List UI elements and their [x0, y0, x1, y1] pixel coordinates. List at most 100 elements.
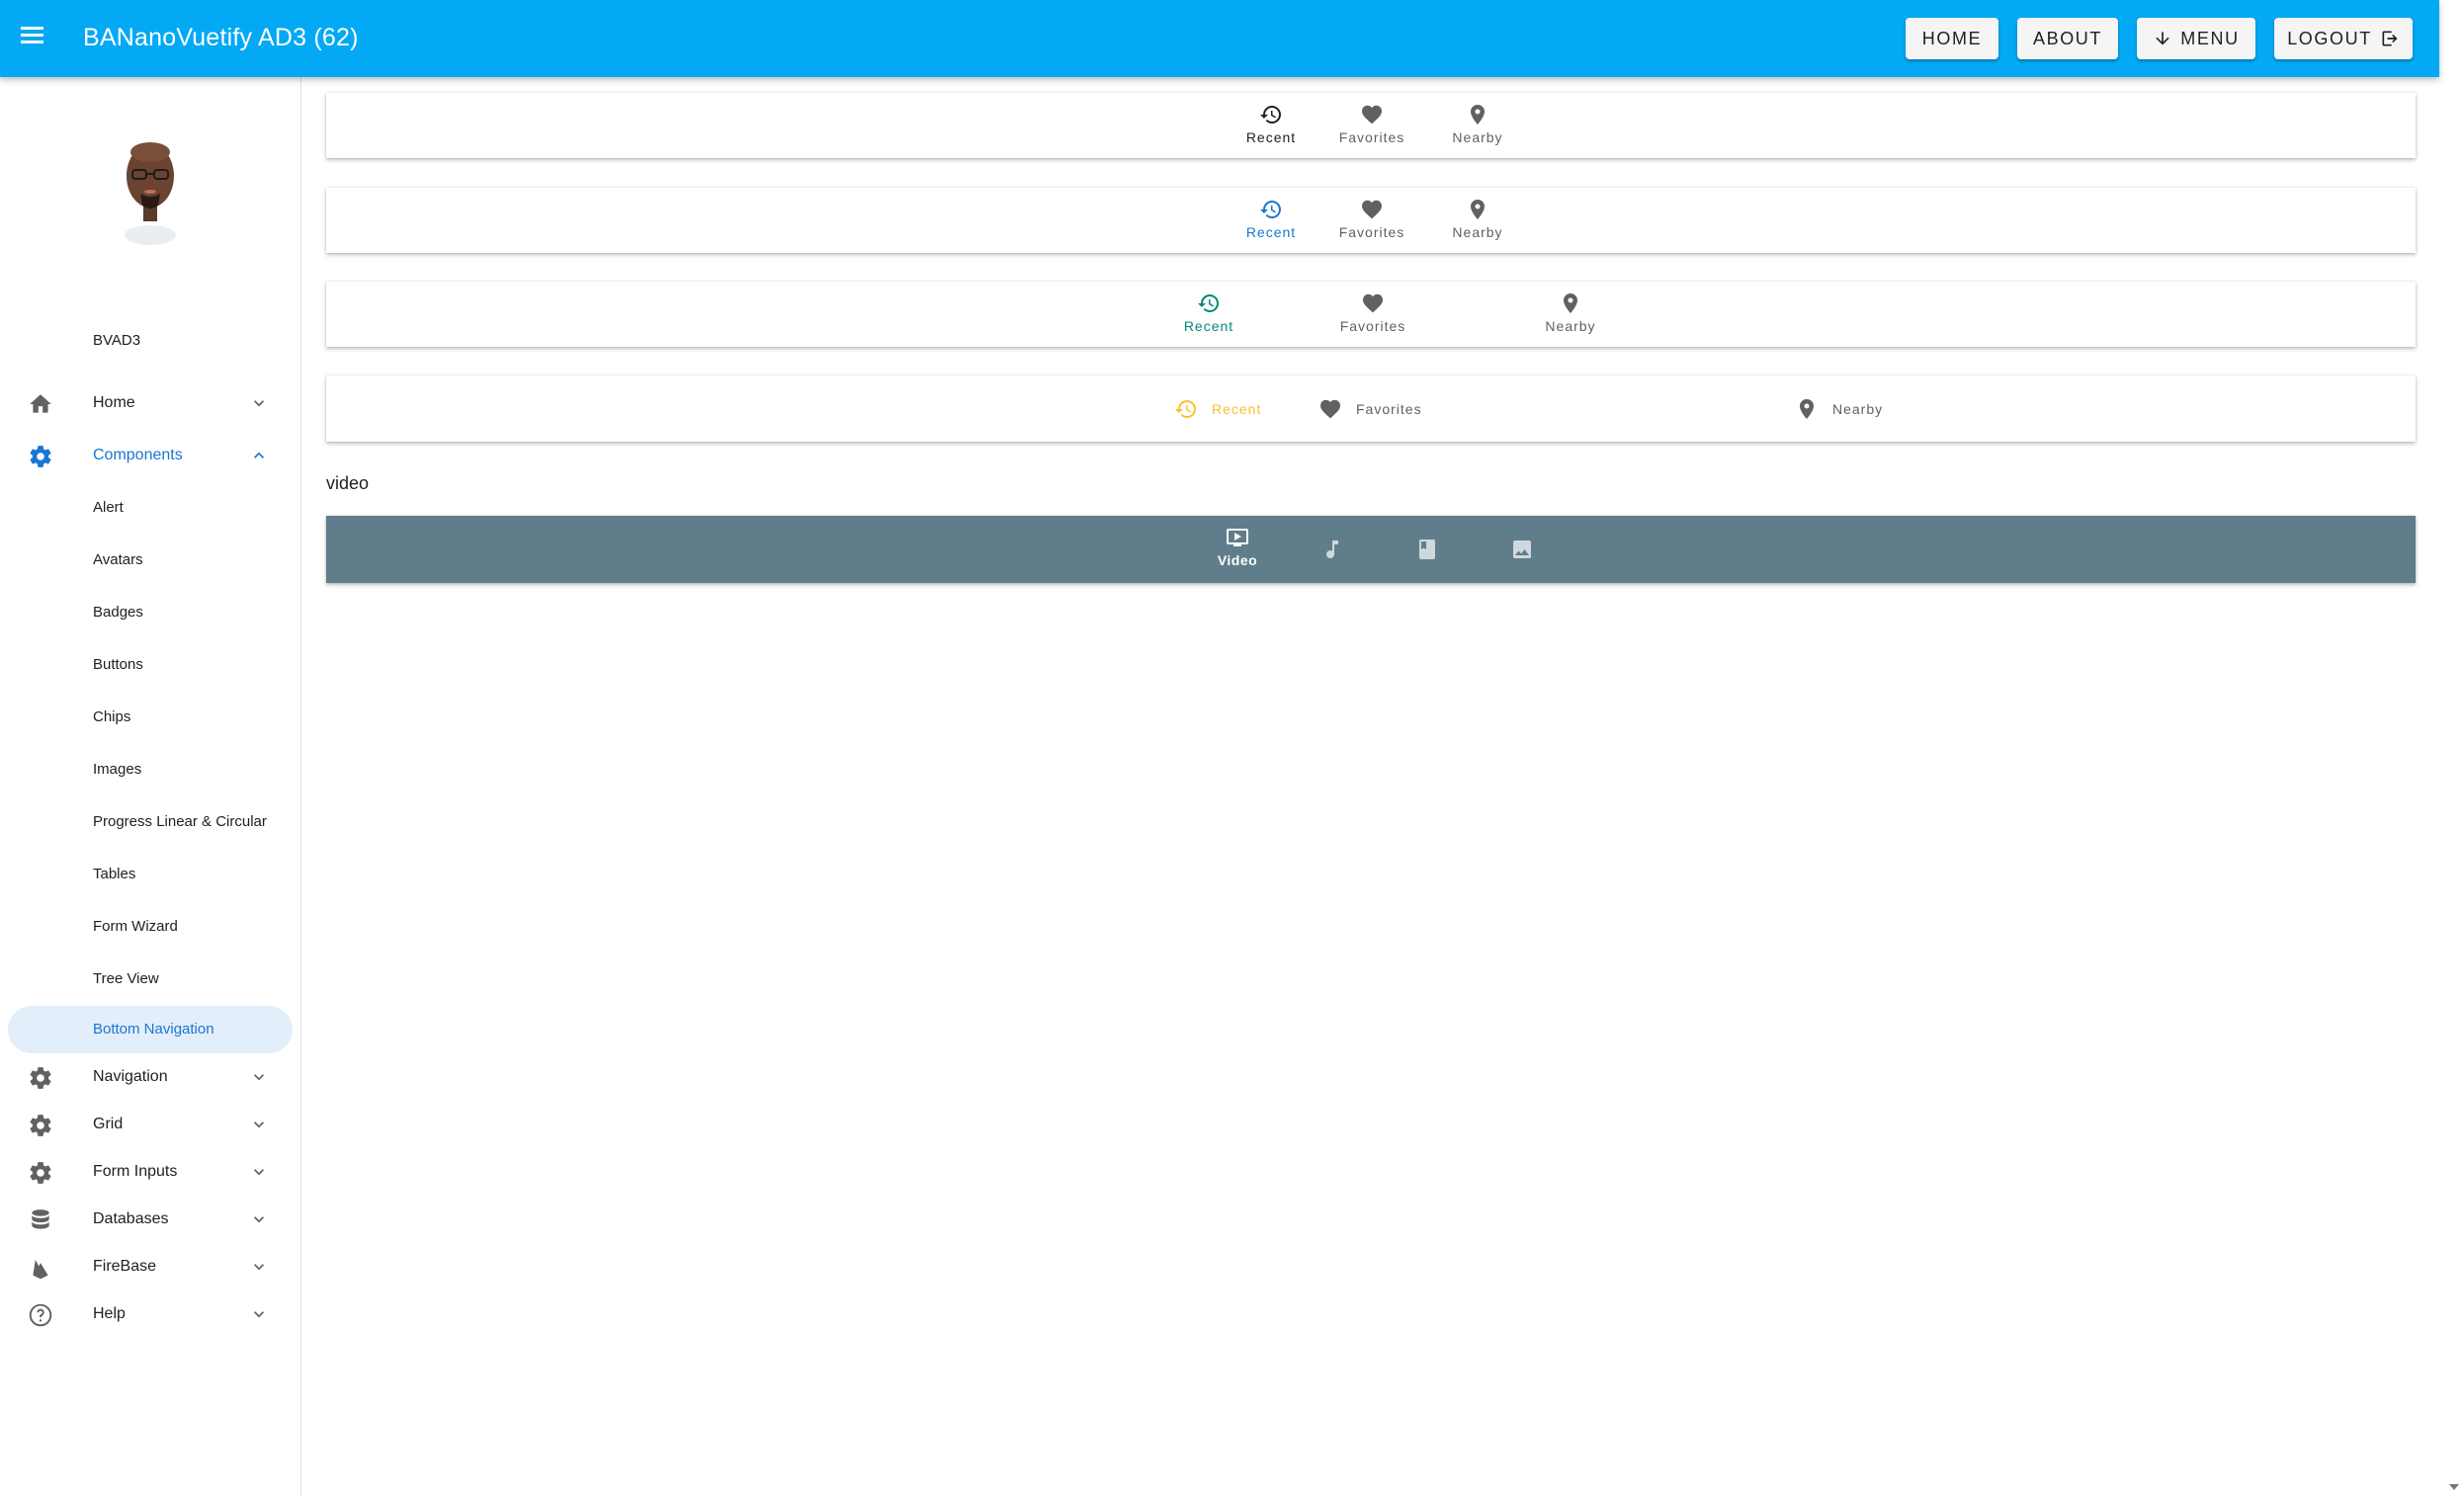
map-marker-icon	[1800, 398, 1814, 419]
about-button[interactable]: ABOUT	[2017, 18, 2118, 59]
nav-favorites-label: Favorites	[1338, 224, 1405, 240]
app-bar: BANanoVuetify AD3 (62) HOME ABOUT MENU L…	[0, 0, 2439, 77]
sidebar-item-progress[interactable]: Progress Linear & Circular	[0, 798, 297, 844]
chevron-down-icon	[254, 1074, 264, 1081]
sidebar-item-label: Help	[93, 1305, 126, 1322]
chevron-down-icon	[254, 1216, 264, 1223]
arrow-down-icon	[2156, 32, 2169, 45]
sidebar-item-form-wizard[interactable]: Form Wizard	[0, 903, 297, 949]
chevron-down-icon	[254, 1311, 264, 1318]
sidebar-item-label: Tree View	[93, 970, 159, 987]
history-icon	[1198, 294, 1219, 312]
nav-recent-button[interactable]: Recent	[1174, 375, 1261, 442]
nav-recent-label: Recent	[1245, 224, 1297, 240]
menu-button[interactable]: MENU	[2137, 18, 2255, 59]
nav-nearby-label: Nearby	[1452, 129, 1503, 145]
home-icon	[30, 394, 51, 413]
sidebar-item-label: Form Inputs	[93, 1163, 178, 1180]
nav-nearby-button[interactable]: Nearby	[1795, 375, 1883, 442]
gear-icon	[30, 1115, 51, 1136]
sidebar-item-tables[interactable]: Tables	[0, 851, 297, 896]
nav-favorites-button[interactable]: Favorites	[1322, 188, 1421, 253]
sidebar-item-components[interactable]: Components	[0, 432, 297, 477]
nav-favorites-label: Favorites	[1339, 318, 1406, 334]
sidebar-item-help[interactable]: Help	[0, 1290, 297, 1336]
nav-favorites-button[interactable]: Favorites	[1322, 93, 1421, 158]
heart-icon	[1361, 200, 1383, 219]
nav-image-button[interactable]	[1483, 516, 1562, 583]
nav-nearby-button[interactable]: Nearby	[1435, 93, 1520, 158]
sidebar-item-chips[interactable]: Chips	[0, 694, 297, 739]
bottom-nav-default: Recent Favorites Nearby	[326, 93, 2416, 158]
sidebar-item-buttons[interactable]: Buttons	[0, 641, 297, 687]
chevron-down-icon	[254, 1169, 264, 1176]
sidebar-item-label: Buttons	[93, 656, 143, 673]
gear-icon	[30, 1067, 51, 1089]
sidebar-item-navigation[interactable]: Navigation	[0, 1053, 297, 1099]
nav-recent-label: Recent	[1245, 129, 1297, 145]
sidebar-item-bottom-navigation[interactable]: Bottom Navigation	[8, 1006, 293, 1053]
sidebar-item-form-inputs[interactable]: Form Inputs	[0, 1148, 297, 1194]
sidebar-item-grid[interactable]: Grid	[0, 1101, 297, 1146]
sidebar-item-databases[interactable]: Databases	[0, 1196, 297, 1241]
sidebar-item-label: Navigation	[93, 1068, 168, 1085]
user-name: BVAD3	[93, 332, 141, 349]
gear-icon	[30, 1162, 51, 1184]
nav-recent-label: Recent	[1183, 318, 1234, 334]
app-title: BANanoVuetify AD3 (62)	[83, 24, 359, 51]
chevron-down-icon	[254, 1264, 264, 1271]
nav-video-label: Video	[1217, 552, 1258, 568]
scroll-down-arrow-icon[interactable]	[2448, 1482, 2460, 1492]
history-icon	[1260, 106, 1281, 124]
nav-nearby-label: Nearby	[1832, 400, 1884, 417]
nav-favorites-label: Favorites	[1356, 400, 1422, 417]
nav-nearby-button[interactable]: Nearby	[1435, 188, 1520, 253]
map-marker-icon	[1471, 105, 1485, 125]
sidebar-item-badges[interactable]: Badges	[0, 589, 297, 634]
nav-favorites-button[interactable]: Favorites	[1318, 375, 1422, 442]
gear-icon	[30, 446, 51, 467]
sidebar-item-tree-view[interactable]: Tree View	[0, 956, 297, 1001]
video-icon	[1227, 529, 1248, 546]
history-icon	[1260, 201, 1281, 218]
sidebar-item-home[interactable]: Home	[0, 379, 297, 425]
selected-value-text: video	[326, 473, 370, 493]
image-icon	[1513, 540, 1531, 558]
sidebar-item-label: Progress Linear & Circular	[93, 813, 267, 830]
navigation-drawer: BVAD3 Home Components Alert Avatars Badg…	[0, 77, 301, 1496]
nav-favorites-button[interactable]: Favorites	[1293, 282, 1453, 347]
chevron-down-icon	[254, 1122, 264, 1128]
nav-nearby-button[interactable]: Nearby	[1490, 282, 1651, 347]
nav-music-button[interactable]	[1293, 516, 1372, 583]
bottom-nav-horizontal: Recent Favorites Nearby	[326, 375, 2416, 442]
home-button-label: HOME	[1921, 28, 1983, 48]
sidebar-item-label: Databases	[93, 1210, 169, 1227]
map-marker-icon	[1471, 200, 1485, 219]
chevron-down-icon	[254, 400, 264, 407]
map-marker-icon	[1564, 293, 1577, 313]
nav-recent-button[interactable]: Recent	[1232, 93, 1311, 158]
heart-icon	[1319, 399, 1341, 418]
sidebar-item-avatars[interactable]: Avatars	[0, 537, 297, 582]
sidebar-item-label: Grid	[93, 1116, 124, 1132]
logout-button[interactable]: LOGOUT	[2274, 18, 2413, 59]
user-avatar	[125, 142, 176, 245]
sidebar-item-label: Components	[93, 447, 183, 463]
firebase-icon	[33, 1259, 48, 1280]
nav-recent-button[interactable]: Recent	[1129, 282, 1289, 347]
nav-recent-button[interactable]: Recent	[1232, 188, 1311, 253]
sidebar-item-alert[interactable]: Alert	[0, 484, 297, 530]
nav-video-button[interactable]: Video	[1198, 516, 1277, 583]
hamburger-menu-icon[interactable]	[17, 23, 46, 52]
bottom-nav-blue: Recent Favorites Nearby	[326, 188, 2416, 253]
sidebar-item-label: Alert	[93, 499, 124, 516]
logout-icon	[2382, 31, 2398, 46]
home-button[interactable]: HOME	[1906, 18, 1998, 59]
bottom-nav-teal: Recent Favorites Nearby	[326, 282, 2416, 347]
menu-button-label: MENU	[2180, 28, 2240, 48]
chevron-up-icon	[254, 452, 264, 458]
nav-book-button[interactable]	[1388, 516, 1467, 583]
sidebar-item-images[interactable]: Images	[0, 746, 297, 791]
sidebar-item-label: Images	[93, 761, 142, 778]
sidebar-item-firebase[interactable]: FireBase	[0, 1243, 297, 1288]
